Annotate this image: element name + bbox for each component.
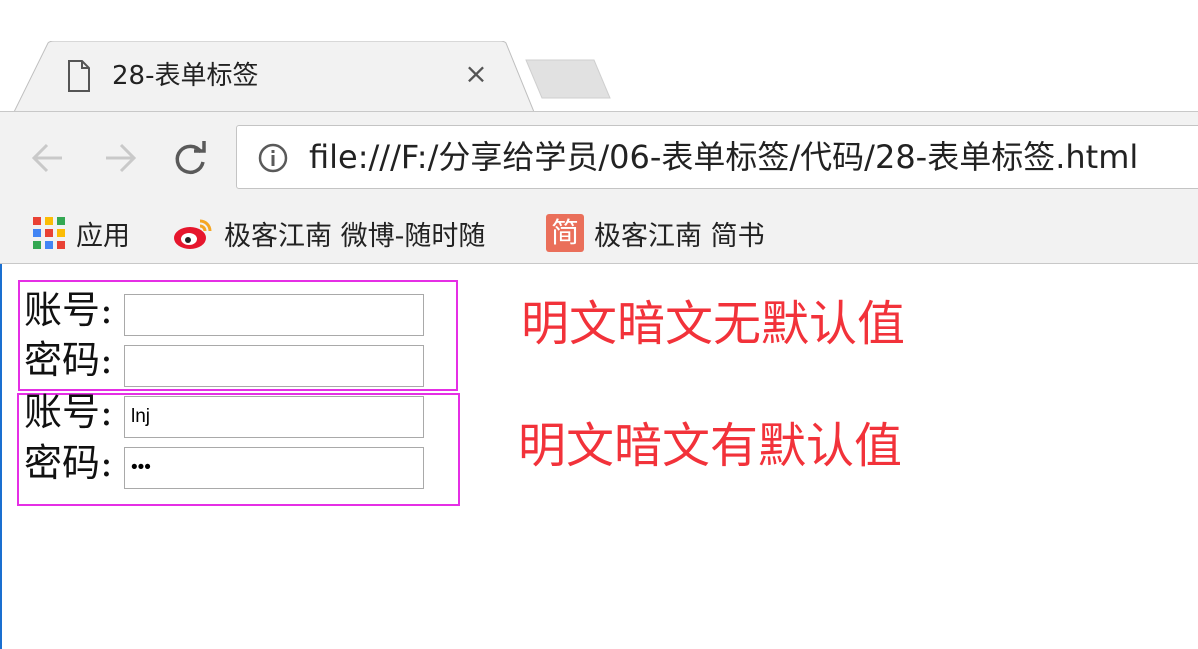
document-icon bbox=[68, 60, 90, 92]
bookmark-fade bbox=[490, 203, 530, 263]
close-tab-icon[interactable]: × bbox=[461, 59, 491, 89]
url-text: file:///F:/分享给学员/06-表单标签/代码/28-表单标签.html bbox=[309, 138, 1139, 176]
password-input[interactable] bbox=[124, 345, 424, 387]
password-input[interactable] bbox=[124, 447, 424, 489]
bookmarks-bar: 应用 极客江南 微博-随时随 简 极客江南 简书 bbox=[0, 203, 1198, 264]
bookmark-label: 极客江南 微博-随时随 bbox=[224, 220, 486, 252]
browser-toolbar: file:///F:/分享给学员/06-表单标签/代码/28-表单标签.html bbox=[0, 111, 1198, 204]
new-tab-button[interactable] bbox=[524, 58, 614, 100]
account-input[interactable] bbox=[124, 396, 424, 438]
bookmark-label: 应用 bbox=[76, 220, 130, 252]
note-no-default: 明文暗文无默认值 bbox=[521, 296, 906, 352]
password-label: 密码: bbox=[24, 441, 113, 485]
info-icon[interactable] bbox=[257, 142, 289, 174]
bookmark-label: 极客江南 简书 bbox=[594, 220, 765, 252]
note-with-default: 明文暗文有默认值 bbox=[518, 418, 903, 474]
bookmark-weibo[interactable]: 极客江南 微博-随时随 bbox=[172, 213, 485, 253]
tab-shape bbox=[14, 41, 534, 112]
address-bar[interactable]: file:///F:/分享给学员/06-表单标签/代码/28-表单标签.html bbox=[236, 125, 1198, 189]
bookmark-apps[interactable]: 应用 bbox=[32, 213, 130, 253]
account-input[interactable] bbox=[124, 294, 424, 336]
reload-icon[interactable] bbox=[170, 138, 210, 178]
account-label: 账号: bbox=[24, 288, 113, 332]
jianshu-icon: 简 bbox=[546, 214, 584, 252]
account-label: 账号: bbox=[24, 390, 113, 434]
forward-arrow-icon[interactable] bbox=[100, 138, 140, 178]
password-label: 密码: bbox=[24, 338, 113, 382]
active-tab[interactable]: 28-表单标签 × bbox=[14, 41, 534, 112]
back-arrow-icon[interactable] bbox=[28, 138, 68, 178]
tab-title: 28-表单标签 bbox=[112, 61, 259, 91]
apps-grid-icon bbox=[33, 217, 65, 249]
weibo-icon bbox=[174, 219, 212, 249]
tab-strip: 28-表单标签 × bbox=[0, 0, 1198, 112]
bookmark-jianshu[interactable]: 简 极客江南 简书 bbox=[546, 213, 765, 253]
